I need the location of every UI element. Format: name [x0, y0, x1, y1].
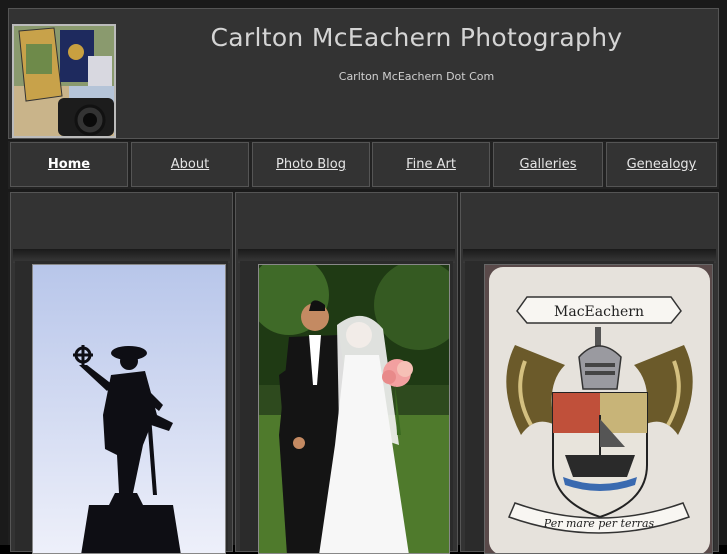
- nav-about[interactable]: About: [131, 142, 249, 187]
- logo-collage-icon: [14, 26, 114, 136]
- main-nav: Home About Photo Blog Fine Art Galleries…: [8, 141, 719, 189]
- coat-of-arms-icon: MacEachern Per mare per terras: [485, 265, 712, 553]
- nav-home[interactable]: Home: [10, 142, 128, 187]
- nav-fine-art[interactable]: Fine Art: [372, 142, 490, 187]
- wedding-couple-photo[interactable]: [258, 264, 450, 554]
- nav-galleries[interactable]: Galleries: [493, 142, 603, 187]
- page-frame: Carlton McEachern Photography Carlton Mc…: [0, 0, 727, 554]
- motto-text: Per mare per terras: [543, 517, 655, 530]
- nav-genealogy[interactable]: Genealogy: [606, 142, 717, 187]
- gallery-row: MacEachern Per mare per terras: [8, 192, 719, 554]
- site-title: Carlton McEachern Photography: [210, 23, 623, 52]
- wedding-couple-icon: [259, 265, 449, 553]
- site-logo[interactable]: [12, 24, 116, 138]
- site-subtitle: Carlton McEachern Dot Com: [338, 70, 495, 83]
- site-header: Carlton McEachern Photography Carlton Mc…: [8, 8, 719, 139]
- statue-silhouette-photo[interactable]: [32, 264, 226, 554]
- banner-text: MacEachern: [554, 304, 644, 320]
- statue-silhouette-icon: [33, 265, 225, 553]
- nav-photo-blog[interactable]: Photo Blog: [252, 142, 370, 187]
- coat-of-arms-photo[interactable]: MacEachern Per mare per terras: [484, 264, 713, 554]
